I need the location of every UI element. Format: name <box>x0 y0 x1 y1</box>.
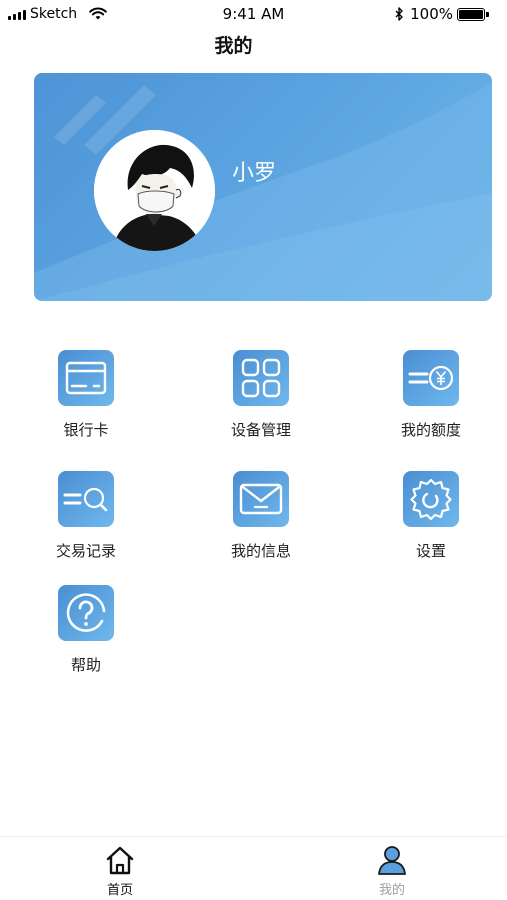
tab-mine[interactable]: 我的 <box>352 843 432 898</box>
battery-cap <box>486 12 489 17</box>
message-envelope-icon <box>233 471 289 527</box>
menu-label-transactions: 交易记录 <box>55 542 116 560</box>
avatar[interactable] <box>94 130 215 251</box>
avatar-illustration <box>94 130 215 251</box>
menu-label-device-management: 设备管理 <box>230 421 291 439</box>
menu-item-device-management[interactable]: 设备管理 <box>201 350 321 440</box>
battery-percent: 100% <box>410 5 453 23</box>
page-title: 我的 <box>214 35 253 57</box>
menu-item-credit-limit[interactable]: 我的额度 <box>371 350 491 440</box>
status-bar: Sketch 9:41 AM 100% <box>0 0 507 28</box>
transaction-search-icon <box>58 471 114 527</box>
credit-limit-icon <box>403 350 459 406</box>
menu-item-transactions[interactable]: 交易记录 <box>26 471 146 561</box>
menu-label-credit-limit: 我的额度 <box>400 421 461 439</box>
battery-icon <box>457 8 485 21</box>
tab-home[interactable]: 首页 <box>80 843 160 898</box>
help-question-icon <box>58 585 114 641</box>
menu-label-help: 帮助 <box>70 656 101 674</box>
bank-card-icon <box>58 350 114 406</box>
menu-label-settings: 设置 <box>415 542 446 560</box>
menu-item-help[interactable]: 帮助 <box>26 585 146 675</box>
tab-mine-label: 我的 <box>378 883 405 898</box>
menu-item-my-info[interactable]: 我的信息 <box>201 471 321 561</box>
menu-label-bank-card: 银行卡 <box>63 421 109 439</box>
user-icon <box>378 846 406 875</box>
bluetooth-icon <box>395 7 403 21</box>
tab-home-label: 首页 <box>106 883 133 898</box>
menu-item-bank-card[interactable]: 银行卡 <box>26 350 146 440</box>
status-right: 100% <box>395 5 453 23</box>
tab-bar: 首页 我的 <box>0 836 507 900</box>
profile-card[interactable]: 小罗 <box>34 73 492 301</box>
device-grid-icon <box>233 350 289 406</box>
settings-gear-icon <box>403 471 459 527</box>
screen: Sketch 9:41 AM 100% 我的 小罗 银行卡 设备管理 我的额度 … <box>0 0 507 900</box>
menu-item-settings[interactable]: 设置 <box>371 471 491 561</box>
username: 小罗 <box>232 161 277 186</box>
menu-label-my-info: 我的信息 <box>230 542 291 560</box>
home-icon <box>106 846 134 875</box>
